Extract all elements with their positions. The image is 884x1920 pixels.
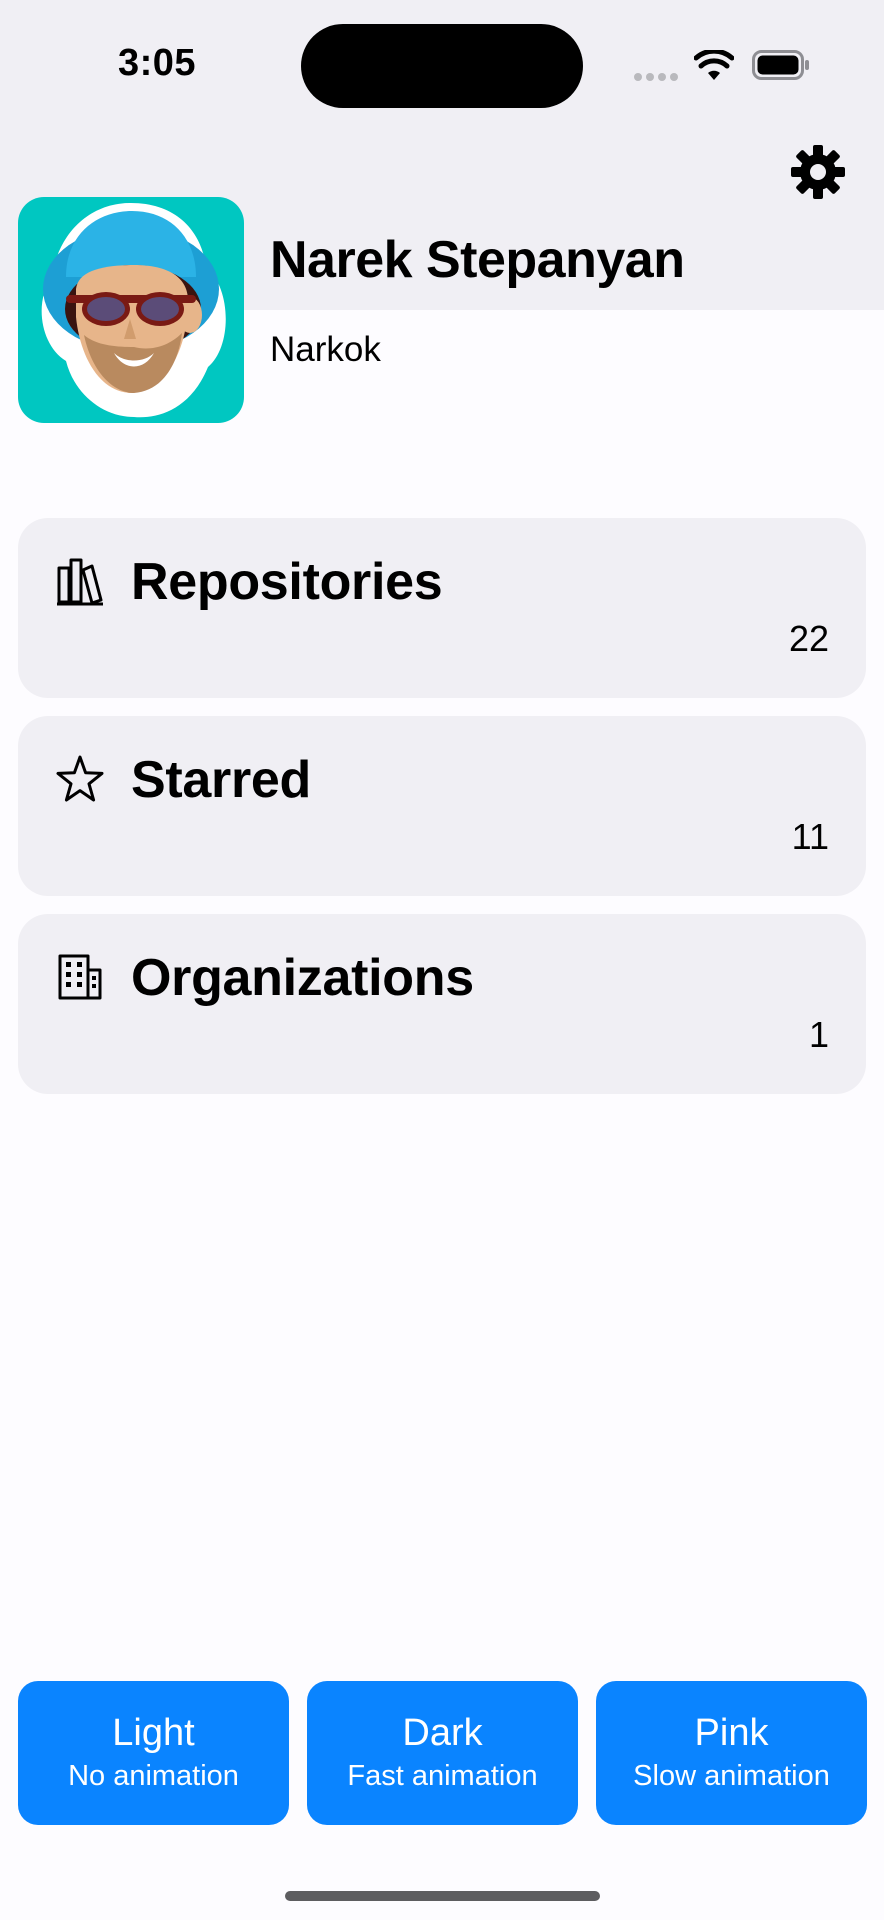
wifi-icon (694, 50, 734, 80)
avatar (18, 197, 244, 423)
theme-button-title: Light (112, 1712, 195, 1754)
theme-button-subtitle: No animation (68, 1760, 239, 1792)
theme-button-subtitle: Fast animation (347, 1760, 538, 1792)
starred-card[interactable]: Starred 11 (18, 716, 866, 896)
profile-name: Narek Stepanyan (270, 231, 685, 289)
star-icon (56, 755, 104, 802)
books-icon (57, 558, 103, 606)
pink-theme-button[interactable]: Pink Slow animation (596, 1681, 867, 1825)
cellular-signal-icon (634, 73, 678, 81)
theme-button-title: Dark (402, 1712, 483, 1754)
profile-username: Narkok (270, 330, 381, 369)
card-title: Organizations (131, 949, 474, 1007)
card-count: 1 (808, 1014, 829, 1055)
card-title: Repositories (131, 553, 443, 611)
repositories-card[interactable]: Repositories 22 (18, 518, 866, 698)
organizations-card[interactable]: Organizations 1 (18, 914, 866, 1094)
status-time: 3:05 (118, 42, 197, 84)
battery-icon (752, 50, 809, 80)
theme-button-title: Pink (694, 1712, 769, 1754)
home-indicator[interactable] (285, 1891, 600, 1901)
dark-theme-button[interactable]: Dark Fast animation (307, 1681, 578, 1825)
card-count: 22 (788, 618, 829, 659)
gear-icon[interactable] (790, 144, 846, 200)
status-bar: 3:05 (0, 0, 884, 130)
card-title: Starred (131, 751, 311, 809)
light-theme-button[interactable]: Light No animation (18, 1681, 289, 1825)
avatar-illustration (41, 203, 226, 418)
building-icon (58, 954, 102, 1000)
card-count: 11 (791, 816, 829, 857)
theme-button-subtitle: Slow animation (633, 1760, 830, 1792)
dynamic-island (301, 24, 583, 108)
